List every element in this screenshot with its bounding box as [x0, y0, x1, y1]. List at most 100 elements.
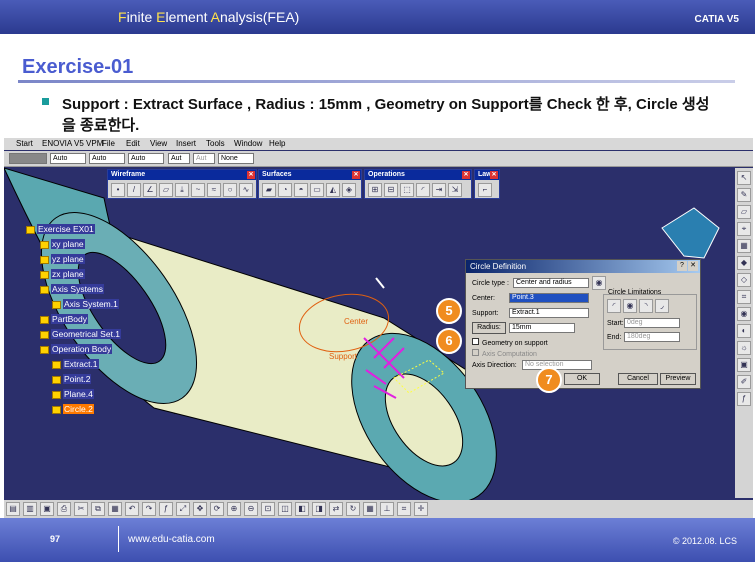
new-icon[interactable]: ▤: [6, 502, 20, 516]
support-field[interactable]: Extract.1: [509, 308, 589, 318]
layer2-dropdown[interactable]: Aut: [193, 153, 215, 164]
whole-circle-icon[interactable]: ◉: [623, 299, 637, 313]
ok-button[interactable]: OK: [564, 373, 600, 385]
snap-icon[interactable]: ◇: [737, 273, 751, 287]
tree-node[interactable]: Axis System.1: [52, 299, 119, 310]
thickness-dropdown[interactable]: Auto: [89, 153, 125, 164]
grid-icon[interactable]: ▦: [737, 239, 751, 253]
analysis-icon[interactable]: ⌗: [737, 290, 751, 304]
grid-icon[interactable]: ▦: [363, 502, 377, 516]
projection-icon[interactable]: ⤓: [175, 183, 189, 197]
menu-help[interactable]: Help: [269, 139, 285, 148]
tree-node[interactable]: Extract.1: [52, 359, 99, 370]
circle-icon[interactable]: ○: [223, 183, 237, 197]
tree-node[interactable]: zx plane: [40, 269, 85, 280]
camera-icon[interactable]: ▣: [737, 358, 751, 372]
formula-icon[interactable]: ƒ: [159, 502, 173, 516]
light-icon[interactable]: ☼: [737, 341, 751, 355]
line-icon[interactable]: /: [127, 183, 141, 197]
translate-icon[interactable]: ⇥: [432, 183, 446, 197]
axis-icon[interactable]: ⊥: [380, 502, 394, 516]
material-icon[interactable]: ◆: [737, 256, 751, 270]
fill-icon[interactable]: ◈: [342, 183, 356, 197]
shading-icon[interactable]: ◧: [295, 502, 309, 516]
layer-dropdown[interactable]: Aut: [168, 153, 190, 164]
extrude-icon[interactable]: ▰: [262, 183, 276, 197]
tree-node[interactable]: Axis Systems: [40, 284, 105, 295]
zoom-out-icon[interactable]: ⊖: [244, 502, 258, 516]
tree-node[interactable]: yz plane: [40, 254, 85, 265]
tree-node[interactable]: Operation Body: [40, 344, 113, 355]
join-icon[interactable]: ⊞: [368, 183, 382, 197]
close-icon[interactable]: ✕: [352, 171, 360, 179]
tree-node[interactable]: PartBody: [40, 314, 88, 325]
help-icon[interactable]: ?: [677, 261, 687, 271]
annotation-icon[interactable]: ✐: [737, 375, 751, 389]
checkbox-icon[interactable]: [472, 338, 479, 345]
radius-button[interactable]: Radius:: [472, 322, 506, 334]
linetype-dropdown[interactable]: Auto: [50, 153, 86, 164]
menu-insert[interactable]: Insert: [176, 139, 196, 148]
tree-node[interactable]: xy plane: [40, 239, 85, 250]
extract-icon[interactable]: ⬚: [400, 183, 414, 197]
law-icon[interactable]: ⌐: [478, 183, 492, 197]
radius-field[interactable]: 15mm: [509, 323, 575, 333]
menu-edit[interactable]: Edit: [126, 139, 140, 148]
fillet-icon[interactable]: ◜: [416, 183, 430, 197]
preview-button[interactable]: Preview: [660, 373, 696, 385]
point-icon[interactable]: •: [111, 183, 125, 197]
checkbox-icon[interactable]: [472, 349, 479, 356]
normal-view-icon[interactable]: ⊡: [261, 502, 275, 516]
sphere-icon[interactable]: ◓: [294, 183, 308, 197]
knowledge-icon[interactable]: ƒ: [737, 392, 751, 406]
revolve-icon[interactable]: ◔: [278, 183, 292, 197]
redo-icon[interactable]: ↷: [142, 502, 156, 516]
polyline-icon[interactable]: ∠: [143, 183, 157, 197]
tree-node[interactable]: Point.2: [52, 374, 92, 385]
part-arc-icon[interactable]: ◜: [607, 299, 621, 313]
copy-icon[interactable]: ⧉: [91, 502, 105, 516]
circle-type-select[interactable]: Center and radius: [513, 278, 589, 288]
axis-direction-field[interactable]: No selection: [522, 360, 592, 370]
tree-node-selected[interactable]: Circle.2: [52, 404, 94, 415]
geometry-on-support-checkbox[interactable]: Geometry on support: [472, 338, 548, 347]
compass-icon[interactable]: ✛: [414, 502, 428, 516]
center-field[interactable]: Point.3: [509, 293, 589, 303]
close-icon[interactable]: ✕: [247, 171, 255, 179]
extrapolate-icon[interactable]: ⇲: [448, 183, 462, 197]
render-icon[interactable]: ◉: [737, 307, 751, 321]
open-icon[interactable]: ▥: [23, 502, 37, 516]
axis-computation-checkbox[interactable]: Axis Computation: [472, 349, 537, 358]
update-icon[interactable]: ↻: [346, 502, 360, 516]
analysis-icon[interactable]: ⌗: [397, 502, 411, 516]
swap-icon[interactable]: ⇄: [329, 502, 343, 516]
pan-icon[interactable]: ✥: [193, 502, 207, 516]
sweep-icon[interactable]: ◭: [326, 183, 340, 197]
print-icon[interactable]: ⎙: [57, 502, 71, 516]
close-icon[interactable]: ✕: [490, 171, 498, 179]
menu-view[interactable]: View: [150, 139, 167, 148]
mode-icon[interactable]: ◉: [592, 276, 606, 290]
fit-all-icon[interactable]: ⤢: [176, 502, 190, 516]
sketch-icon[interactable]: ✎: [737, 188, 751, 202]
tree-node[interactable]: Exercise EX01: [26, 224, 95, 235]
complement-arc-icon[interactable]: ◞: [655, 299, 669, 313]
none-dropdown[interactable]: None: [218, 153, 254, 164]
close-icon[interactable]: ✕: [462, 171, 470, 179]
color-dropdown[interactable]: [9, 153, 47, 164]
undo-icon[interactable]: ↶: [125, 502, 139, 516]
views-icon[interactable]: ◫: [278, 502, 292, 516]
menu-tools[interactable]: Tools: [206, 139, 225, 148]
curve-icon[interactable]: ~: [191, 183, 205, 197]
hide-show-icon[interactable]: ◨: [312, 502, 326, 516]
menu-enovia[interactable]: ENOVIA V5 VPM: [42, 139, 103, 148]
save-icon[interactable]: ▣: [40, 502, 54, 516]
paste-icon[interactable]: ▦: [108, 502, 122, 516]
menu-start[interactable]: Start: [16, 139, 33, 148]
menu-window[interactable]: Window: [234, 139, 262, 148]
plane-icon[interactable]: ▱: [159, 183, 173, 197]
scene-icon[interactable]: ◐: [737, 324, 751, 338]
tree-node[interactable]: Geometrical Set.1: [40, 329, 122, 340]
spine-icon[interactable]: ≈: [207, 183, 221, 197]
footer-url[interactable]: www.edu-catia.com: [128, 534, 215, 545]
